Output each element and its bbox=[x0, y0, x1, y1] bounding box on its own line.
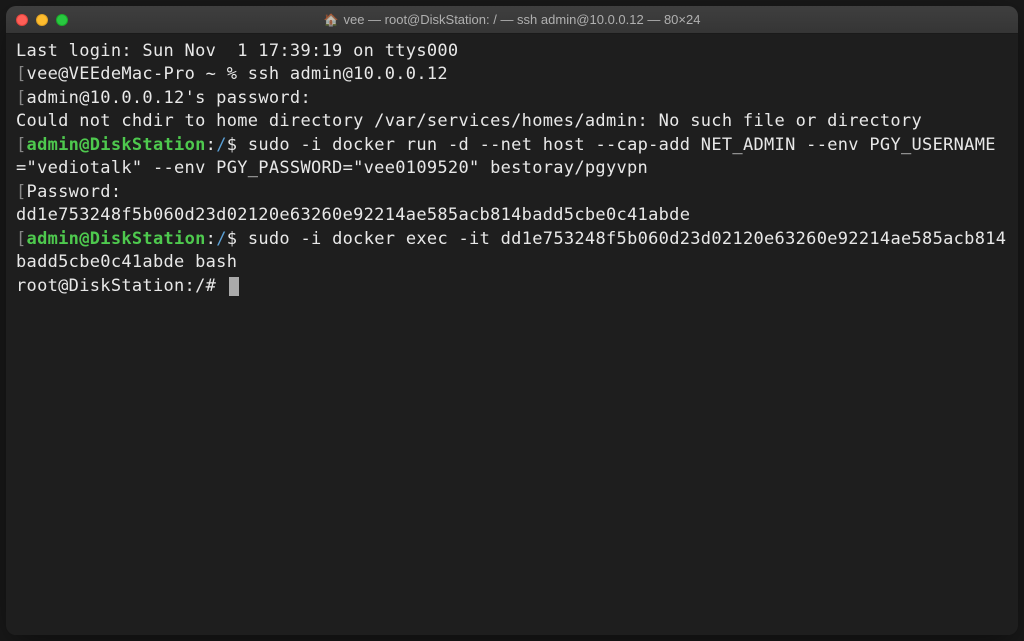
window-title: 🏠 vee — root@DiskStation: / — ssh admin@… bbox=[16, 12, 1008, 27]
bracket-open: [ bbox=[16, 229, 27, 249]
terminal-window: 🏠 vee — root@DiskStation: / — ssh admin@… bbox=[6, 6, 1018, 635]
root-prompt: root@DiskStation:/# bbox=[16, 276, 227, 296]
colon: : bbox=[206, 135, 217, 155]
remote-user-host: admin@DiskStation bbox=[27, 135, 206, 155]
local-prompt: vee@VEEdeMac-Pro ~ % bbox=[27, 64, 248, 84]
ssh-command: ssh admin@10.0.0.12 bbox=[248, 64, 448, 84]
close-button[interactable] bbox=[16, 14, 28, 26]
remote-path: / bbox=[216, 135, 227, 155]
bracket-open: [ bbox=[16, 88, 27, 108]
remote-user-host: admin@DiskStation bbox=[27, 229, 206, 249]
bracket-open: [ bbox=[16, 135, 27, 155]
prompt-symbol: $ bbox=[227, 135, 248, 155]
minimize-button[interactable] bbox=[36, 14, 48, 26]
password-label: Password: bbox=[27, 182, 122, 202]
last-login-text: Last login: Sun Nov 1 17:39:19 on ttys00… bbox=[16, 41, 458, 61]
traffic-lights bbox=[16, 14, 68, 26]
home-icon: 🏠 bbox=[324, 13, 339, 27]
bracket-open: [ bbox=[16, 64, 27, 84]
window-titlebar[interactable]: 🏠 vee — root@DiskStation: / — ssh admin@… bbox=[6, 6, 1018, 34]
remote-path: / bbox=[216, 229, 227, 249]
password-prompt: admin@10.0.0.12's password: bbox=[27, 88, 311, 108]
chdir-error: Could not chdir to home directory /var/s… bbox=[16, 111, 922, 131]
terminal-content[interactable]: Last login: Sun Nov 1 17:39:19 on ttys00… bbox=[6, 34, 1018, 635]
colon: : bbox=[206, 229, 217, 249]
container-id-output: dd1e753248f5b060d23d02120e63260e92214ae5… bbox=[16, 205, 690, 225]
window-title-text: vee — root@DiskStation: / — ssh admin@10… bbox=[343, 12, 700, 27]
prompt-symbol: $ bbox=[227, 229, 248, 249]
bracket-open: [ bbox=[16, 182, 27, 202]
maximize-button[interactable] bbox=[56, 14, 68, 26]
cursor bbox=[229, 277, 239, 296]
